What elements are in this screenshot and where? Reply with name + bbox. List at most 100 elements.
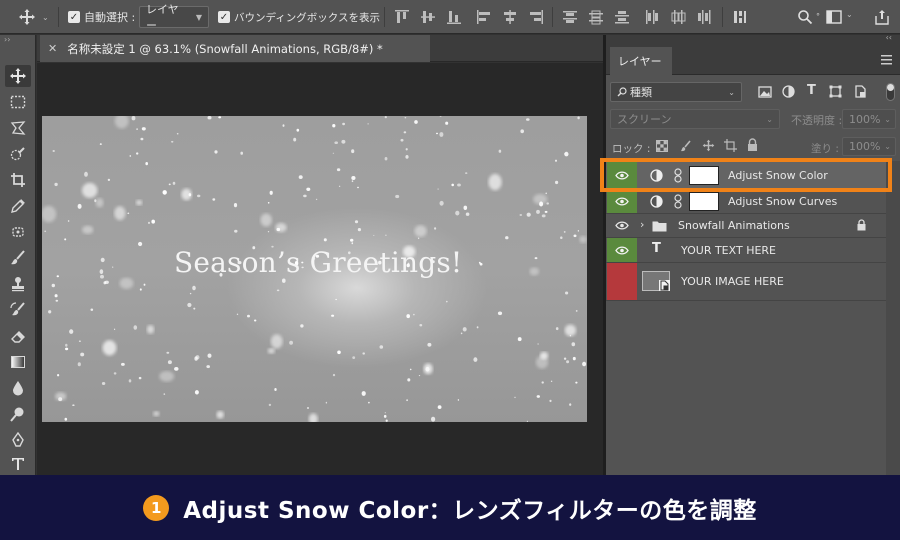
tab-layers[interactable]: レイヤー: [610, 47, 672, 75]
adjustment-filter-icon[interactable]: [782, 85, 795, 98]
layer-row-adjust-snow-curves[interactable]: Adjust Snow Curves: [606, 189, 886, 214]
mask-link-icon[interactable]: [674, 194, 682, 209]
type-tool[interactable]: [5, 453, 31, 475]
visibility-toggle[interactable]: [607, 238, 637, 262]
snowflake: [189, 292, 192, 295]
type-filter-icon[interactable]: T: [807, 83, 816, 98]
shape-filter-icon[interactable]: [829, 85, 842, 98]
snowflake: [569, 334, 572, 337]
gradient-tool[interactable]: [5, 351, 31, 373]
layer-row-snowfall-animations[interactable]: › Snowfall Animations: [606, 214, 886, 238]
layer-row-your-text-here[interactable]: T YOUR TEXT HERE: [606, 238, 886, 263]
document-tab[interactable]: ✕ 名称未設定 1 @ 63.1% (Snowfall Animations, …: [40, 35, 430, 62]
move-tool[interactable]: [5, 65, 31, 87]
panel-menu-icon[interactable]: [881, 55, 892, 65]
search-icon[interactable]: [797, 9, 813, 25]
blur-tool[interactable]: [5, 377, 31, 399]
layer-row-your-image-here[interactable]: YOUR IMAGE HERE: [606, 263, 886, 301]
stamp-tool[interactable]: [5, 273, 31, 295]
healing-brush-tool[interactable]: [5, 221, 31, 243]
lock-artboard-icon[interactable]: [724, 139, 737, 152]
eraser-tool[interactable]: [5, 325, 31, 347]
layer-name[interactable]: Snowfall Animations: [678, 219, 790, 232]
checkmark-icon: ✓: [68, 11, 80, 23]
visibility-toggle[interactable]: [607, 214, 637, 237]
snowflake: [67, 220, 70, 222]
lock-position-icon[interactable]: [702, 139, 715, 152]
snowflake: [497, 311, 503, 316]
distribute-right-icon[interactable]: [696, 9, 712, 25]
align-horizontal-center-icon[interactable]: [502, 9, 518, 25]
pixel-filter-icon[interactable]: [758, 86, 772, 98]
lock-pixels-icon[interactable]: [680, 140, 692, 152]
distribute-horizontal-center-icon[interactable]: [670, 9, 686, 25]
chevron-down-icon[interactable]: ⌄: [846, 10, 853, 19]
crop-tool[interactable]: [5, 169, 31, 191]
snowflake: [293, 137, 297, 142]
eye-icon: [615, 245, 629, 255]
snowflake: [455, 210, 460, 216]
distribute-left-icon[interactable]: [644, 9, 660, 25]
close-icon[interactable]: ✕: [48, 42, 57, 55]
collapse-arrows-icon[interactable]: ››: [4, 35, 10, 44]
snowflake: [460, 332, 463, 335]
layer-name[interactable]: YOUR IMAGE HERE: [681, 275, 784, 288]
auto-align-icon[interactable]: [732, 9, 748, 25]
quick-select-tool[interactable]: [5, 143, 31, 165]
snowflake: [296, 128, 300, 132]
distribute-top-icon[interactable]: [562, 9, 578, 25]
lock-transparent-icon[interactable]: [656, 140, 668, 152]
auto-select-checkbox[interactable]: ✓ 自動選択 :: [68, 0, 135, 34]
eyedropper-tool[interactable]: [5, 195, 31, 217]
snowflake: [55, 299, 59, 302]
layer-filter-dropdown[interactable]: 種類 ⌄: [610, 82, 742, 102]
align-right-icon[interactable]: [528, 9, 544, 25]
history-brush-tool[interactable]: [5, 299, 31, 321]
snowflake: [385, 419, 388, 422]
pen-tool[interactable]: [5, 429, 31, 451]
lock-all-icon[interactable]: [747, 138, 758, 152]
chevron-down-icon: ⌄: [884, 142, 891, 151]
fill-field[interactable]: 100% ⌄: [842, 137, 896, 156]
brush-icon: [11, 250, 25, 265]
blend-mode-dropdown[interactable]: スクリーン ⌄: [610, 109, 780, 129]
auto-select-target-dropdown[interactable]: レイヤー ▼: [139, 3, 209, 32]
visibility-toggle[interactable]: [607, 189, 637, 213]
align-top-icon[interactable]: [394, 9, 410, 25]
smart-object-filter-icon[interactable]: [854, 85, 867, 98]
snowflake: [354, 220, 359, 224]
distribute-bottom-icon[interactable]: [614, 9, 630, 25]
snowflake: [526, 118, 530, 121]
snowflake: [361, 391, 366, 396]
align-bottom-icon[interactable]: [446, 9, 462, 25]
layer-mask-thumbnail[interactable]: [689, 192, 719, 211]
dodge-tool[interactable]: [5, 403, 31, 425]
visibility-toggle[interactable]: [607, 263, 637, 300]
lasso-tool[interactable]: [5, 117, 31, 139]
brush-tool[interactable]: [5, 247, 31, 269]
layer-name[interactable]: YOUR TEXT HERE: [681, 244, 776, 257]
chevron-down-icon: ▼: [195, 12, 202, 22]
opacity-field[interactable]: 100% ⌄: [842, 109, 896, 129]
distribute-vertical-center-icon[interactable]: [588, 9, 604, 25]
layer-list-scrollbar[interactable]: [886, 161, 900, 475]
snowflake: [216, 410, 224, 419]
snowflake: [82, 225, 94, 234]
bounding-box-checkbox[interactable]: ✓ バウンディングボックスを表示: [218, 0, 380, 34]
align-left-icon[interactable]: [476, 9, 492, 25]
snowflake: [145, 162, 148, 166]
share-icon[interactable]: [874, 9, 890, 25]
layer-highlight-frame: [600, 158, 892, 192]
workspace-icon[interactable]: [826, 9, 842, 25]
collapse-arrows-icon[interactable]: ‹‹: [886, 33, 892, 42]
move-tool-preset[interactable]: ⌄: [18, 0, 49, 34]
snowflake: [437, 188, 439, 190]
layer-name[interactable]: Adjust Snow Curves: [728, 195, 837, 208]
chevron-right-icon[interactable]: ›: [640, 218, 644, 231]
marquee-tool[interactable]: [5, 91, 31, 113]
document-canvas[interactable]: Season’s Greetings!: [42, 116, 587, 422]
filter-toggle[interactable]: [886, 83, 895, 101]
align-vertical-center-icon[interactable]: [420, 9, 436, 25]
chevron-down-icon: ⌄: [884, 114, 891, 124]
smart-object-thumbnail[interactable]: [642, 271, 670, 291]
